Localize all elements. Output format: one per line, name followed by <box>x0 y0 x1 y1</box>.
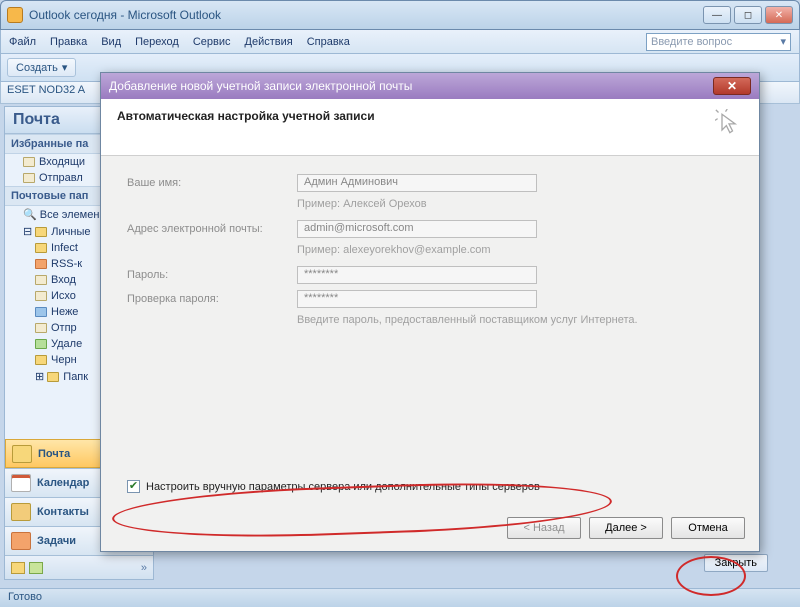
ask-placeholder: Введите вопрос <box>651 36 732 48</box>
dialog-titlebar: Добавление новой учетной записи электрон… <box>101 73 759 99</box>
chevron-down-icon: ▾ <box>780 35 786 48</box>
dialog-footer: < Назад Далее > Отмена <box>507 517 745 539</box>
name-label: Ваше имя: <box>127 177 297 189</box>
email-input[interactable]: admin@microsoft.com <box>297 220 537 238</box>
email-example: Пример: alexeyorekhov@example.com <box>297 244 739 256</box>
close-window-button[interactable]: ✕ <box>765 6 793 24</box>
window-titlebar: Outlook сегодня - Microsoft Outlook — ◻ … <box>0 0 800 30</box>
minimize-button[interactable]: — <box>703 6 731 24</box>
email-label: Адрес электронной почты: <box>127 223 297 235</box>
folder-icon[interactable] <box>11 562 25 574</box>
create-label: Создать <box>16 62 58 74</box>
dialog-heading: Автоматическая настройка учетной записи <box>117 109 375 123</box>
dialog-close-button[interactable]: ✕ <box>713 77 751 95</box>
outlook-icon <box>7 7 23 23</box>
menu-view[interactable]: Вид <box>101 36 121 48</box>
next-button[interactable]: Далее > <box>589 517 663 539</box>
ask-question-box[interactable]: Введите вопрос ▾ <box>646 33 791 51</box>
add-account-dialog: Добавление новой учетной записи электрон… <box>100 72 760 552</box>
menu-tools[interactable]: Сервис <box>193 36 231 48</box>
mail-icon <box>12 445 32 463</box>
confirm-password-label: Проверка пароля: <box>127 293 297 305</box>
chevron-down-icon: ▾ <box>62 61 68 74</box>
menu-bar: Файл Правка Вид Переход Сервис Действия … <box>0 30 800 54</box>
dialog-header: Автоматическая настройка учетной записи <box>101 99 759 156</box>
maximize-button[interactable]: ◻ <box>734 6 762 24</box>
confirm-password-input[interactable]: ******** <box>297 290 537 308</box>
manual-config-label: Настроить вручную параметры сервера или … <box>146 481 540 493</box>
menu-edit[interactable]: Правка <box>50 36 87 48</box>
manual-config-checkbox[interactable]: ✔ <box>127 480 140 493</box>
wizard-cursor-icon <box>715 109 743 137</box>
menu-go[interactable]: Переход <box>135 36 179 48</box>
cancel-button[interactable]: Отмена <box>671 517 745 539</box>
back-button[interactable]: < Назад <box>507 517 581 539</box>
password-label: Пароль: <box>127 269 297 281</box>
menu-actions[interactable]: Действия <box>245 36 293 48</box>
create-button[interactable]: Создать ▾ <box>7 58 76 77</box>
menu-help[interactable]: Справка <box>307 36 350 48</box>
manual-config-row[interactable]: ✔ Настроить вручную параметры сервера ил… <box>127 480 540 493</box>
password-input[interactable]: ******** <box>297 266 537 284</box>
shortcut-icon[interactable] <box>29 562 43 574</box>
dialog-body: Ваше имя: Админ Админович Пример: Алексе… <box>101 156 759 334</box>
password-note: Введите пароль, предоставленный поставщи… <box>297 314 739 326</box>
window-title: Outlook сегодня - Microsoft Outlook <box>29 8 221 22</box>
calendar-icon <box>11 474 31 492</box>
chevron-icon[interactable]: » <box>141 562 147 574</box>
name-example: Пример: Алексей Орехов <box>297 198 739 210</box>
name-input[interactable]: Админ Админович <box>297 174 537 192</box>
contacts-icon <box>11 503 31 521</box>
tasks-icon <box>11 532 31 550</box>
menu-file[interactable]: Файл <box>9 36 36 48</box>
close-button[interactable]: Закрыть <box>704 554 768 572</box>
dialog-title: Добавление новой учетной записи электрон… <box>109 79 412 93</box>
status-bar: Готово <box>0 588 800 607</box>
nav-footer: » <box>5 555 153 579</box>
